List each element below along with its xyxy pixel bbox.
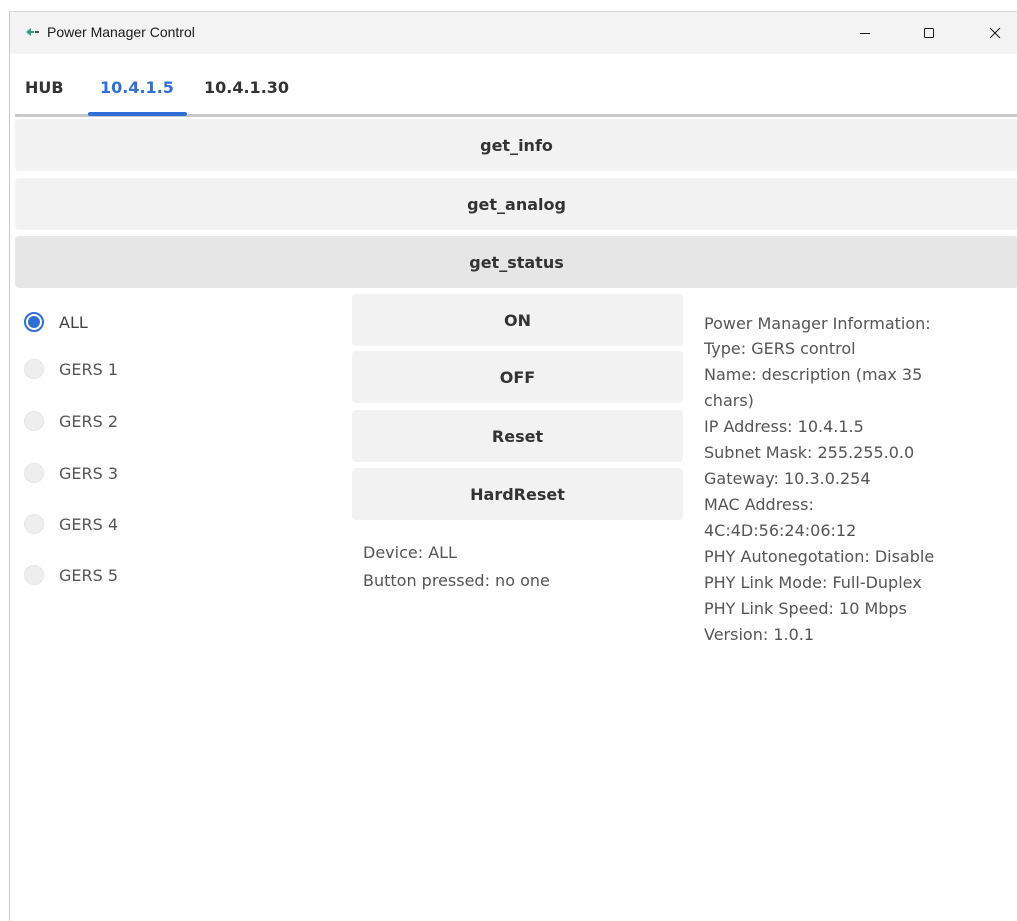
info-line: PHY Autonegotation: Disable (704, 547, 935, 566)
close-button[interactable] (972, 12, 1017, 54)
title-bar[interactable]: Power Manager Control (10, 12, 1017, 54)
app-icon (24, 24, 40, 40)
info-line: Subnet Mask: 255.255.0.0 (704, 443, 915, 462)
app-window: Power Manager Control HUB 10.4.1.5 10.4.… (9, 11, 1017, 921)
info-line: PHY Link Speed: 10 Mbps (704, 599, 907, 618)
info-line: chars) (704, 391, 754, 410)
radio-all[interactable]: ALL (24, 309, 88, 335)
get-status-button[interactable]: get_status (15, 236, 1017, 288)
info-line: IP Address: 10.4.1.5 (704, 417, 864, 436)
radio-label: GERS 3 (59, 463, 119, 483)
button-pressed-status: Button pressed: no one (363, 571, 550, 590)
radio-gers-5[interactable]: GERS 5 (24, 562, 118, 588)
hard-reset-button[interactable]: HardReset (352, 468, 683, 520)
get-info-button[interactable]: get_info (15, 119, 1017, 171)
active-tab-indicator (88, 112, 187, 116)
minimize-icon (860, 33, 870, 34)
get-analog-button[interactable]: get_analog (15, 178, 1017, 230)
radio-unselected-icon (24, 411, 44, 431)
info-heading: Power Manager Information: (704, 314, 931, 333)
tab-10-4-1-30[interactable]: 10.4.1.30 (204, 78, 289, 97)
radio-label: GERS 2 (59, 411, 119, 431)
tab-hub[interactable]: HUB (25, 78, 64, 97)
reset-button[interactable]: Reset (352, 410, 683, 462)
info-line: 4C:4D:56:24:06:12 (704, 521, 857, 540)
radio-unselected-icon (24, 514, 44, 534)
radio-label: GERS 1 (59, 359, 119, 379)
info-line: Version: 1.0.1 (704, 625, 815, 644)
maximize-button[interactable] (906, 12, 952, 54)
radio-unselected-icon (24, 565, 44, 585)
tab-10-4-1-5[interactable]: 10.4.1.5 (100, 78, 174, 97)
radio-gers-3[interactable]: GERS 3 (24, 460, 118, 486)
radio-unselected-icon (24, 463, 44, 483)
info-line: Name: description (max 35 (704, 365, 923, 384)
off-button[interactable]: OFF (352, 351, 683, 403)
radio-unselected-icon (24, 359, 44, 379)
radio-label: ALL (59, 312, 88, 332)
radio-label: GERS 4 (59, 514, 119, 534)
maximize-icon (924, 28, 934, 38)
info-line: PHY Link Mode: Full-Duplex (704, 573, 922, 592)
radio-selected-icon (24, 312, 44, 332)
radio-gers-1[interactable]: GERS 1 (24, 356, 118, 382)
window-title: Power Manager Control (47, 24, 195, 40)
radio-gers-4[interactable]: GERS 4 (24, 511, 118, 537)
radio-label: GERS 5 (59, 565, 119, 585)
minimize-button[interactable] (842, 12, 888, 54)
info-line: MAC Address: (704, 495, 814, 514)
radio-gers-2[interactable]: GERS 2 (24, 408, 118, 434)
on-button[interactable]: ON (352, 294, 683, 346)
tab-bar: HUB 10.4.1.5 10.4.1.30 (10, 54, 1017, 117)
close-icon (989, 27, 1001, 39)
device-status: Device: ALL (363, 543, 457, 562)
info-line: Gateway: 10.3.0.254 (704, 469, 871, 488)
info-line: Type: GERS control (704, 339, 856, 358)
